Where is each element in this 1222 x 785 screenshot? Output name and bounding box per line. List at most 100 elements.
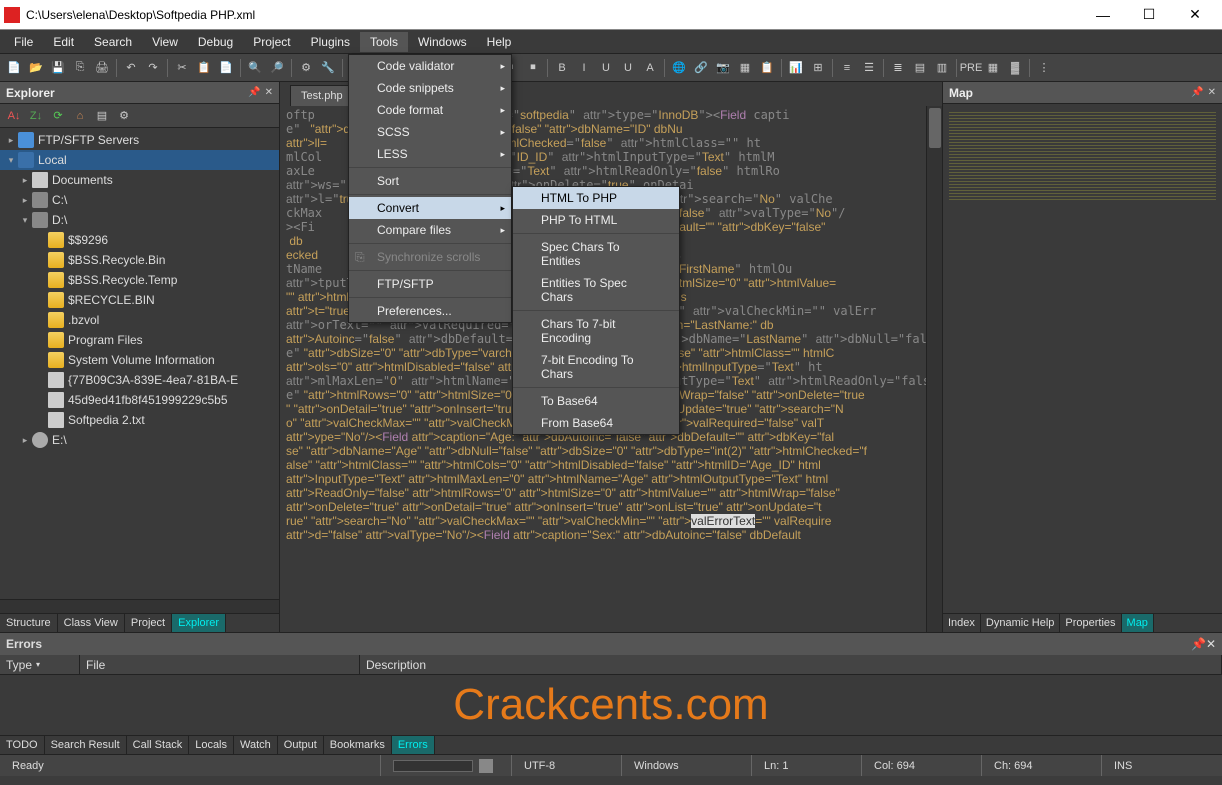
toolbar-btn-51[interactable]: PRE [961, 58, 981, 78]
convert-menu-spec-chars-to-entities[interactable]: Spec Chars To Entities [513, 236, 679, 272]
toolbar-btn-53[interactable]: ▓ [1005, 58, 1025, 78]
tools-menu-ftp-sftp[interactable]: FTP/SFTP [349, 273, 511, 295]
errors-close-icon[interactable]: ✕ [1206, 637, 1216, 651]
tree-item-14[interactable]: Softpedia 2.txt [0, 410, 279, 430]
menu-help[interactable]: Help [477, 32, 522, 52]
tree-item-13[interactable]: 45d9ed41fb8f451999229c5b5 [0, 390, 279, 410]
bottom-tab-search-result[interactable]: Search Result [45, 736, 127, 754]
toolbar-btn-48[interactable]: ▤ [910, 58, 930, 78]
tree-item-4[interactable]: ▾D:\ [0, 210, 279, 230]
right-tab-map[interactable]: Map [1122, 614, 1154, 632]
bottom-tab-locals[interactable]: Locals [189, 736, 234, 754]
explorer-scrollbar-h[interactable] [0, 599, 279, 613]
left-tab-project[interactable]: Project [125, 614, 172, 632]
tree-item-5[interactable]: $$9296 [0, 230, 279, 250]
errors-pin-icon[interactable]: 📌 [1191, 637, 1206, 651]
bottom-tab-output[interactable]: Output [278, 736, 324, 754]
editor-scrollbar-v[interactable] [926, 106, 942, 632]
home-icon[interactable]: ⌂ [70, 106, 90, 126]
toolbar-btn-27[interactable]: ⏹ [523, 58, 543, 78]
status-eol[interactable]: Windows [621, 755, 751, 776]
toolbar-btn-41[interactable]: 📊 [786, 58, 806, 78]
toolbar-btn-9[interactable]: ✂ [172, 58, 192, 78]
toolbar-btn-37[interactable]: 📷 [713, 58, 733, 78]
toolbar-btn-4[interactable]: 🖨 [92, 58, 112, 78]
tree-item-2[interactable]: ▸Documents [0, 170, 279, 190]
toolbar-btn-33[interactable]: A [640, 58, 660, 78]
tools-menu-code-format[interactable]: Code format▸ [349, 99, 511, 121]
right-tab-dynamic-help[interactable]: Dynamic Help [981, 614, 1060, 632]
bottom-tab-watch[interactable]: Watch [234, 736, 278, 754]
bottom-tab-bookmarks[interactable]: Bookmarks [324, 736, 392, 754]
toolbar-btn-55[interactable]: ⋮ [1034, 58, 1054, 78]
pin-icon[interactable]: 📌 [248, 87, 260, 98]
tools-menu-less[interactable]: LESS▸ [349, 143, 511, 165]
toolbar-btn-38[interactable]: ▦ [735, 58, 755, 78]
menu-edit[interactable]: Edit [43, 32, 84, 52]
tree-item-6[interactable]: $BSS.Recycle.Bin [0, 250, 279, 270]
toolbar-btn-10[interactable]: 📋 [194, 58, 214, 78]
map-close-icon[interactable]: ✕ [1208, 87, 1216, 98]
sort-az-icon[interactable]: A↓ [4, 106, 24, 126]
toolbar-btn-7[interactable]: ↷ [143, 58, 163, 78]
tree-item-1[interactable]: ▾Local [0, 150, 279, 170]
tree-item-15[interactable]: ▸E:\ [0, 430, 279, 450]
status-encoding[interactable]: UTF-8 [511, 755, 621, 776]
convert-menu-from-base64[interactable]: From Base64 [513, 412, 679, 434]
menu-view[interactable]: View [142, 32, 188, 52]
tree-item-0[interactable]: ▸FTP/SFTP Servers [0, 130, 279, 150]
toolbar-btn-35[interactable]: 🌐 [669, 58, 689, 78]
tree-item-11[interactable]: System Volume Information [0, 350, 279, 370]
convert-menu-html-to-php[interactable]: HTML To PHP [513, 187, 679, 209]
toolbar-btn-11[interactable]: 📄 [216, 58, 236, 78]
col-description[interactable]: Description [360, 655, 1222, 674]
tools-menu-preferences-[interactable]: Preferences... [349, 300, 511, 322]
convert-menu-7-bit-encoding-to-chars[interactable]: 7-bit Encoding To Chars [513, 349, 679, 385]
toolbar-btn-16[interactable]: ⚙ [296, 58, 316, 78]
refresh-icon[interactable]: ⟳ [48, 106, 68, 126]
toolbar-btn-29[interactable]: B [552, 58, 572, 78]
file-tree[interactable]: ▸FTP/SFTP Servers▾Local▸Documents▸C:\▾D:… [0, 128, 279, 599]
toolbar-btn-45[interactable]: ☰ [859, 58, 879, 78]
toolbar-btn-6[interactable]: ↶ [121, 58, 141, 78]
toolbar-btn-49[interactable]: ▥ [932, 58, 952, 78]
convert-menu-chars-to-7-bit-encoding[interactable]: Chars To 7-bit Encoding [513, 313, 679, 349]
convert-menu-php-to-html[interactable]: PHP To HTML [513, 209, 679, 231]
convert-menu-entities-to-spec-chars[interactable]: Entities To Spec Chars [513, 272, 679, 308]
sort-za-icon[interactable]: Z↓ [26, 106, 46, 126]
menu-project[interactable]: Project [243, 32, 300, 52]
status-ins[interactable]: INS [1101, 755, 1222, 776]
close-panel-icon[interactable]: ✕ [265, 87, 273, 98]
toolbar-btn-2[interactable]: 💾 [48, 58, 68, 78]
tree-item-10[interactable]: Program Files [0, 330, 279, 350]
menu-windows[interactable]: Windows [408, 32, 477, 52]
tree-item-12[interactable]: {77B09C3A-839E-4ea7-81BA-E [0, 370, 279, 390]
right-tab-properties[interactable]: Properties [1060, 614, 1121, 632]
tools-menu-sort[interactable]: Sort [349, 170, 511, 192]
toolbar-btn-42[interactable]: ⊞ [808, 58, 828, 78]
tools-menu-code-validator[interactable]: Code validator▸ [349, 55, 511, 77]
menu-file[interactable]: File [4, 32, 43, 52]
toolbar-btn-31[interactable]: U [596, 58, 616, 78]
tree-item-8[interactable]: $RECYCLE.BIN [0, 290, 279, 310]
right-tab-index[interactable]: Index [943, 614, 981, 632]
tools-menu-compare-files[interactable]: Compare files▸ [349, 219, 511, 241]
left-tab-structure[interactable]: Structure [0, 614, 58, 632]
col-type[interactable]: Type▾ [0, 655, 80, 674]
toolbar-btn-13[interactable]: 🔍 [245, 58, 265, 78]
toolbar-btn-30[interactable]: I [574, 58, 594, 78]
minimap[interactable] [943, 104, 1222, 613]
toolbar-btn-44[interactable]: ≡ [837, 58, 857, 78]
tools-menu-convert[interactable]: Convert▸ [349, 197, 511, 219]
minimize-button[interactable]: — [1080, 0, 1126, 30]
maximize-button[interactable]: ☐ [1126, 0, 1172, 30]
toolbar-btn-32[interactable]: U [618, 58, 638, 78]
toolbar-btn-17[interactable]: 🔧 [318, 58, 338, 78]
menu-debug[interactable]: Debug [188, 32, 243, 52]
filter-icon[interactable]: ▤ [92, 106, 112, 126]
col-file[interactable]: File [80, 655, 360, 674]
toolbar-btn-0[interactable]: 📄 [4, 58, 24, 78]
toolbar-btn-1[interactable]: 📂 [26, 58, 46, 78]
tree-item-3[interactable]: ▸C:\ [0, 190, 279, 210]
toolbar-btn-36[interactable]: 🔗 [691, 58, 711, 78]
